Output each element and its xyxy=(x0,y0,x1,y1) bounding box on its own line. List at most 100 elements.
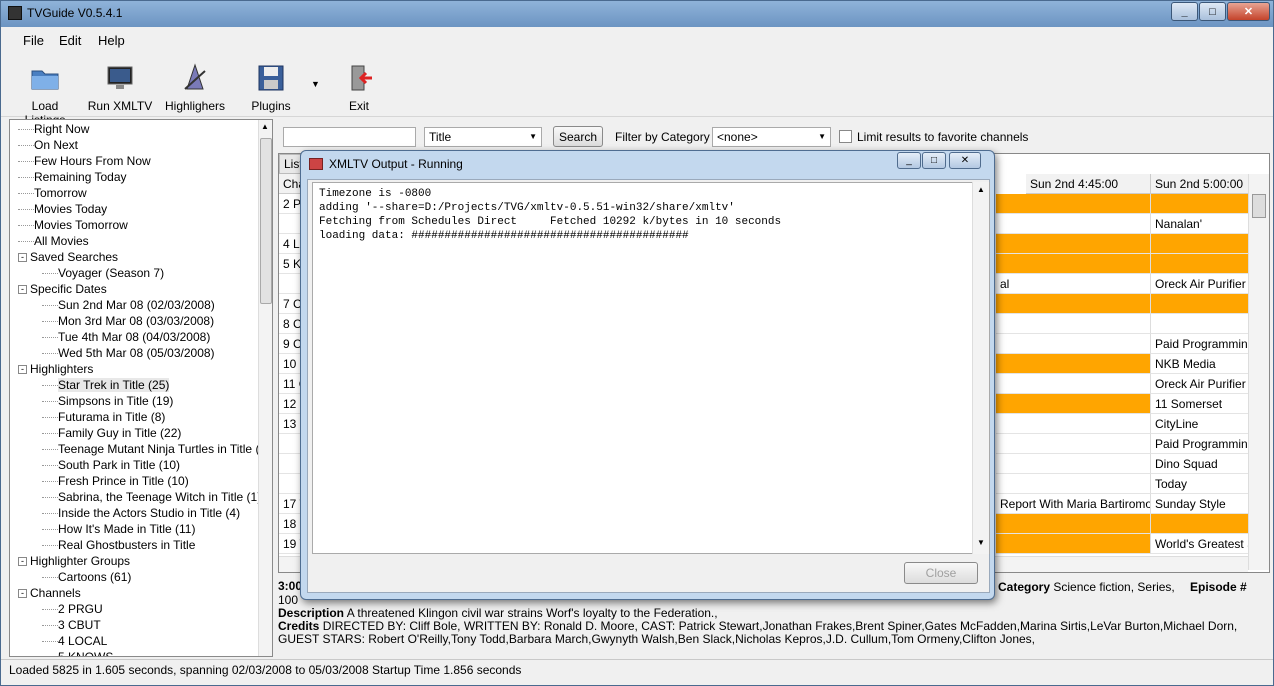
title-bar[interactable]: TVGuide V0.5.4.1 _ □ ✕ xyxy=(1,1,1273,27)
close-window-button[interactable]: ✕ xyxy=(1227,2,1270,21)
highlighters-button[interactable]: Highlighers xyxy=(163,59,227,115)
program-cell[interactable] xyxy=(996,194,1150,214)
program-cell[interactable] xyxy=(996,214,1150,234)
program-cell[interactable]: 11 Somerset xyxy=(1150,394,1248,414)
search-field-select[interactable]: Title ▼ xyxy=(424,127,542,147)
grid-scrollbar-thumb[interactable] xyxy=(1252,194,1266,218)
tree-item[interactable]: Inside the Actors Studio in Title (4) xyxy=(38,505,240,521)
plugins-button[interactable]: Plugins xyxy=(239,59,303,115)
program-cell[interactable] xyxy=(996,314,1150,334)
tree-item[interactable]: All Movies xyxy=(18,233,89,249)
program-cell[interactable] xyxy=(996,534,1150,554)
category-select[interactable]: <none> ▼ xyxy=(712,127,831,147)
menu-edit[interactable]: Edit xyxy=(59,33,81,48)
scroll-down-arrow-icon[interactable]: ▼ xyxy=(977,538,985,547)
tree-item[interactable]: Voyager (Season 7) xyxy=(38,265,164,281)
tree-item[interactable]: Sabrina, the Teenage Witch in Title (1) xyxy=(38,489,261,505)
tree-item[interactable]: 5 KNOWS xyxy=(38,649,113,656)
program-cell[interactable] xyxy=(1150,194,1248,214)
program-cell[interactable]: CityLine xyxy=(1150,414,1248,434)
program-cell[interactable] xyxy=(1150,294,1248,314)
program-cell[interactable] xyxy=(1150,254,1248,274)
dialog-maximize-button[interactable]: □ xyxy=(922,152,946,169)
tree-item[interactable]: Mon 3rd Mar 08 (03/03/2008) xyxy=(38,313,214,329)
tree-item[interactable]: Fresh Prince in Title (10) xyxy=(38,473,189,489)
program-cell[interactable] xyxy=(996,334,1150,354)
search-button[interactable]: Search xyxy=(553,126,603,147)
run-xmltv-button[interactable]: Run XMLTV xyxy=(87,59,153,115)
program-cell[interactable]: NKB Media xyxy=(1150,354,1248,374)
tree-item[interactable]: On Next xyxy=(18,137,78,153)
tree-item[interactable]: Right Now xyxy=(18,121,89,137)
collapse-toggle-icon[interactable]: - xyxy=(18,557,27,567)
tree-item[interactable]: Cartoons (61) xyxy=(38,569,131,585)
menu-file[interactable]: File xyxy=(23,33,44,48)
tree-item[interactable]: Real Ghostbusters in Title xyxy=(38,537,195,553)
program-cell[interactable]: Paid Programming xyxy=(1150,434,1248,454)
tree-item[interactable]: Sun 2nd Mar 08 (02/03/2008) xyxy=(38,297,215,313)
limit-favorites-checkbox[interactable] xyxy=(839,130,852,143)
grid-scrollbar[interactable] xyxy=(1248,174,1269,570)
tree-item[interactable]: Movies Tomorrow xyxy=(18,217,128,233)
collapse-toggle-icon[interactable]: - xyxy=(18,253,27,263)
program-cell[interactable] xyxy=(996,394,1150,414)
program-cell[interactable]: al xyxy=(996,274,1150,294)
tree-item[interactable]: Tue 4th Mar 08 (04/03/2008) xyxy=(38,329,210,345)
program-cell[interactable]: Today xyxy=(1150,474,1248,494)
program-cell[interactable] xyxy=(1150,314,1248,334)
tree-item[interactable]: How It's Made in Title (11) xyxy=(38,521,195,537)
collapse-toggle-icon[interactable]: - xyxy=(18,589,27,599)
program-cell[interactable] xyxy=(996,474,1150,494)
program-cell[interactable] xyxy=(1150,234,1248,254)
scroll-up-arrow-icon[interactable]: ▲ xyxy=(261,122,269,131)
tree-item[interactable]: Few Hours From Now xyxy=(18,153,151,169)
tree-item[interactable]: Family Guy in Title (22) xyxy=(38,425,181,441)
tree-item[interactable]: Wed 5th Mar 08 (05/03/2008) xyxy=(38,345,215,361)
tree-item[interactable]: - Channels xyxy=(18,585,81,601)
minimize-button[interactable]: _ xyxy=(1171,2,1198,21)
program-cell[interactable]: Sunday Style xyxy=(1150,494,1248,514)
program-cell[interactable] xyxy=(996,294,1150,314)
tree-item[interactable]: Teenage Mutant Ninja Turtles in Title (2… xyxy=(38,441,270,457)
program-cell[interactable] xyxy=(996,234,1150,254)
dialog-close-icon[interactable]: ✕ xyxy=(949,152,981,169)
tree-item[interactable]: Star Trek in Title (25) xyxy=(38,377,170,393)
collapse-toggle-icon[interactable]: - xyxy=(18,365,27,375)
tree-item[interactable]: 4 LOCAL xyxy=(38,633,107,649)
xmltv-log-output[interactable]: Timezone is -0800 adding '--share=D:/Pro… xyxy=(312,182,990,554)
time-header-500[interactable]: Sun 2nd 5:00:00 xyxy=(1150,174,1248,194)
collapse-toggle-icon[interactable]: - xyxy=(18,285,27,295)
program-cell[interactable] xyxy=(996,514,1150,534)
maximize-button[interactable]: □ xyxy=(1199,2,1226,21)
program-cell[interactable] xyxy=(996,414,1150,434)
tree-item[interactable]: Futurama in Title (8) xyxy=(38,409,165,425)
tree-item[interactable]: 3 CBUT xyxy=(38,617,101,633)
program-cell[interactable] xyxy=(996,254,1150,274)
program-cell[interactable]: World's Greatest Sp xyxy=(1150,534,1248,554)
program-cell[interactable] xyxy=(996,354,1150,374)
program-cell[interactable]: Paid Programming xyxy=(1150,334,1248,354)
program-cell[interactable] xyxy=(1150,514,1248,534)
program-cell[interactable] xyxy=(996,374,1150,394)
navigation-tree[interactable]: Right Now On Next Few Hours From Now Remain… xyxy=(9,119,273,657)
time-header-445[interactable]: Sun 2nd 4:45:00 xyxy=(1026,174,1150,194)
load-listings-button[interactable]: Load Listings xyxy=(11,59,79,127)
dialog-minimize-button[interactable]: _ xyxy=(897,152,921,169)
tree-item[interactable]: Remaining Today xyxy=(18,169,127,185)
exit-button[interactable]: Exit xyxy=(331,59,387,115)
tree-item[interactable]: - Highlighters xyxy=(18,361,93,377)
tree-item[interactable]: Tomorrow xyxy=(18,185,87,201)
tree-item[interactable]: 2 PRGU xyxy=(38,601,103,617)
tree-item[interactable]: - Specific Dates xyxy=(18,281,107,297)
program-cell[interactable]: Dino Squad xyxy=(1150,454,1248,474)
plugins-dropdown-arrow-icon[interactable]: ▼ xyxy=(311,79,320,89)
tree-item[interactable]: - Saved Searches xyxy=(18,249,118,265)
scroll-up-arrow-icon[interactable]: ▲ xyxy=(977,185,985,194)
tree-scrollbar-thumb[interactable] xyxy=(260,138,272,304)
tree-item[interactable]: Movies Today xyxy=(18,201,107,217)
log-scrollbar[interactable]: ▲ ▼ xyxy=(972,182,989,554)
search-input[interactable] xyxy=(283,127,416,147)
program-cell[interactable]: Oreck Air Purifier xyxy=(1150,274,1248,294)
program-cell[interactable] xyxy=(996,454,1150,474)
program-cell[interactable]: Oreck Air Purifier xyxy=(1150,374,1248,394)
